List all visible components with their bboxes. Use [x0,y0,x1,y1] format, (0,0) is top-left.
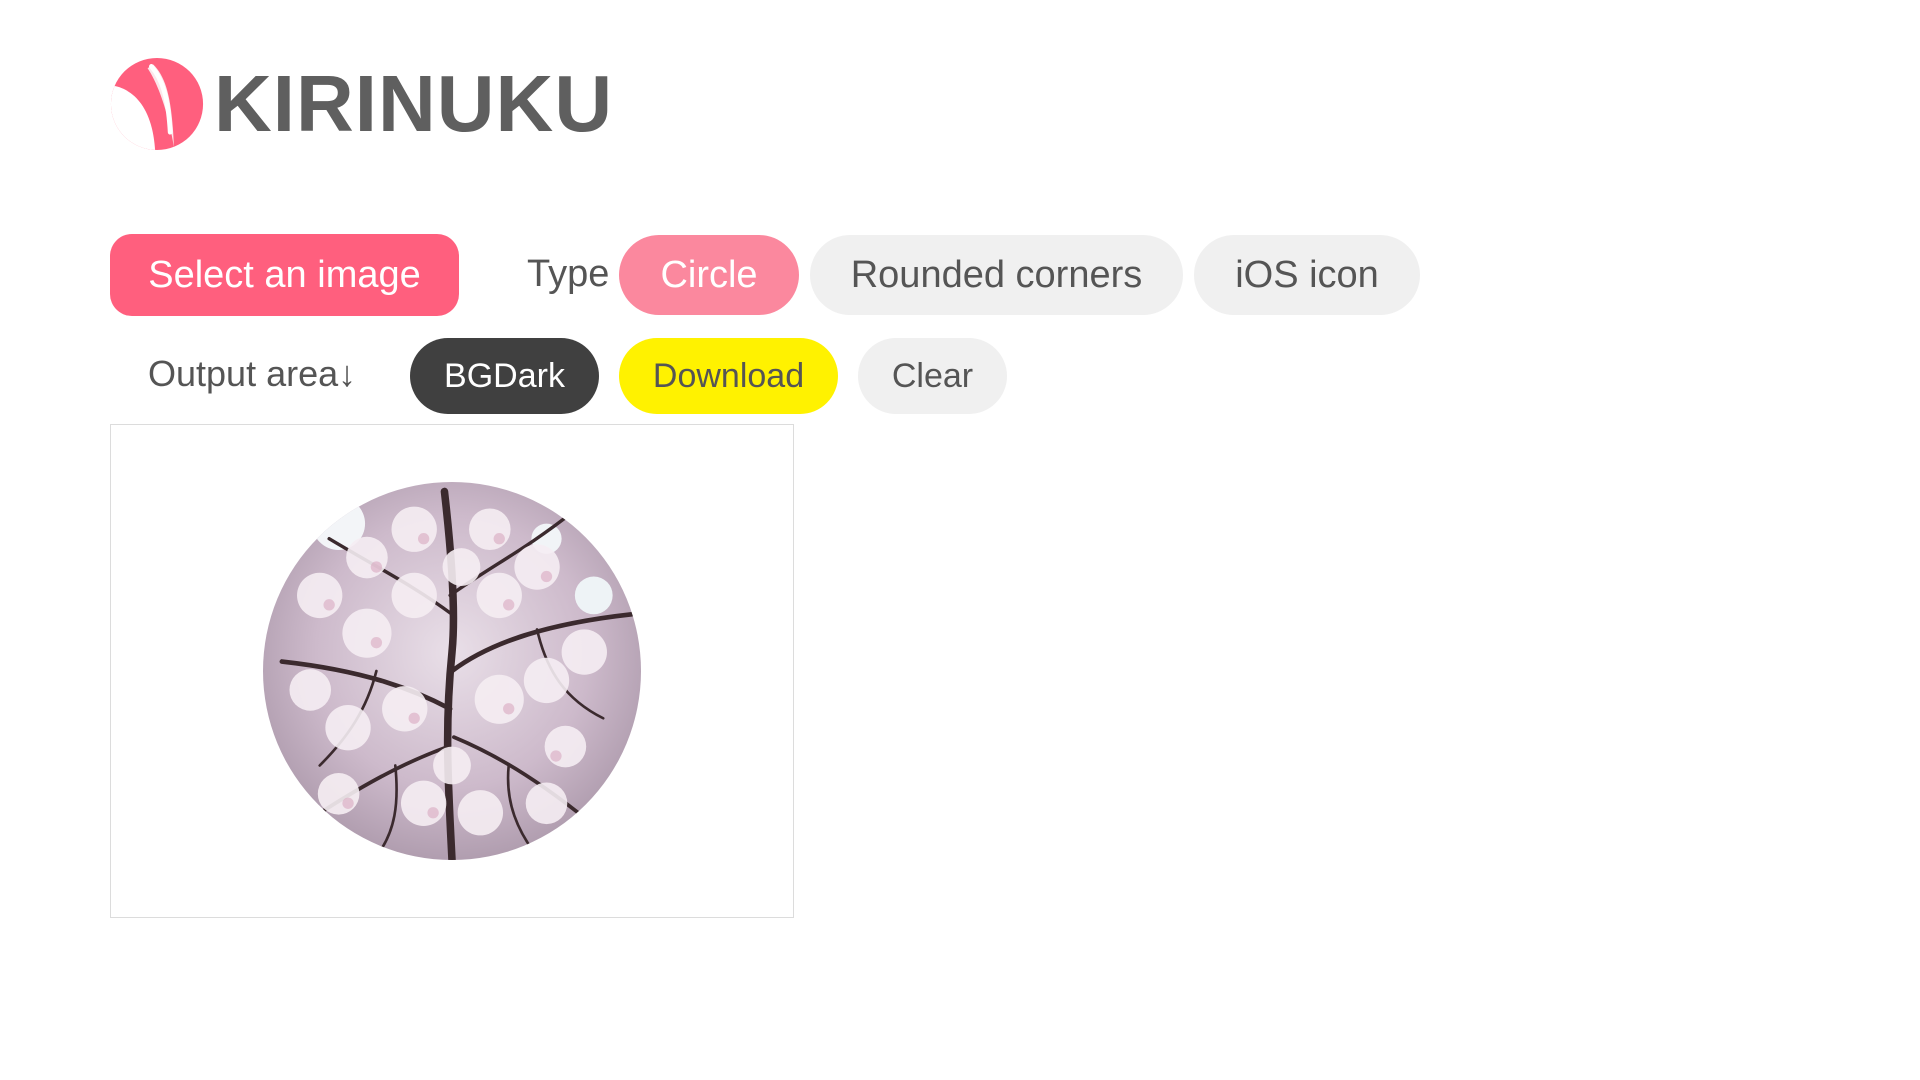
type-circle-button[interactable]: Circle [619,235,799,315]
output-area [110,424,794,918]
type-label: Type [527,253,610,295]
type-rounded-corners-button[interactable]: Rounded corners [810,235,1183,315]
cherry-blossom-circle-image[interactable] [263,482,641,860]
select-image-button[interactable]: Select an image [110,234,459,316]
output-area-label: Output area↓ [148,353,357,394]
app-title: KIRINUKU [214,59,614,148]
clear-button[interactable]: Clear [858,338,1007,414]
type-ios-icon-button[interactable]: iOS icon [1194,235,1420,315]
download-button[interactable]: Download [619,338,838,414]
app-header: KIRINUKU [110,56,613,152]
kirinuku-logo-icon [110,57,204,151]
bgdark-button[interactable]: BGDark [410,338,599,414]
kirinuku-page: KIRINUKU Select an image Type Circle Rou… [0,0,1920,1080]
